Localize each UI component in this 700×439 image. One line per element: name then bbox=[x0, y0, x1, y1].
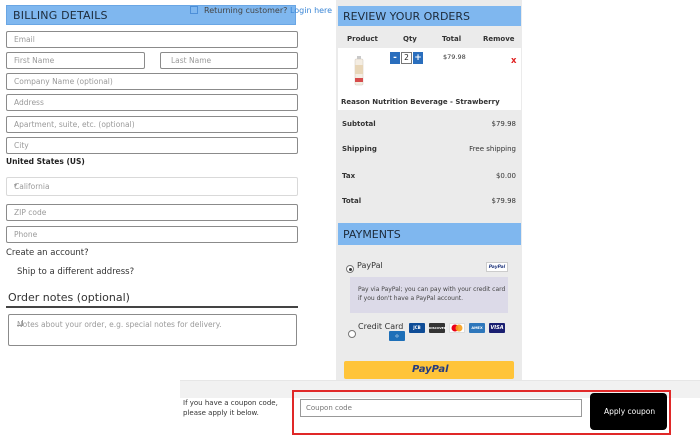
returning-customer-checkbox[interactable] bbox=[190, 6, 198, 14]
paypal-label[interactable]: PayPal bbox=[357, 261, 383, 270]
payments-header: PAYMENTS bbox=[338, 223, 521, 245]
last-name-field[interactable]: Last Name bbox=[160, 52, 298, 69]
shipping-label: Shipping bbox=[342, 145, 377, 153]
paypal-radio[interactable] bbox=[346, 265, 354, 273]
credit-card-radio[interactable] bbox=[348, 330, 356, 338]
company-placeholder: Company Name (optional) bbox=[14, 77, 113, 86]
order-table-header: Product Qty Total Remove bbox=[338, 31, 521, 48]
jcb-card-icon: JCB bbox=[409, 323, 425, 333]
discover-card-icon: DISCOVER bbox=[429, 323, 446, 333]
apply-coupon-label: Apply coupon bbox=[604, 407, 656, 416]
qty-decrease-button[interactable]: - bbox=[390, 52, 400, 64]
qty-input[interactable]: 2 bbox=[401, 52, 412, 64]
item-total: $79.98 bbox=[443, 53, 466, 61]
billing-details-title: BILLING DETAILS bbox=[13, 9, 108, 22]
order-notes-title: Order notes (optional) bbox=[8, 291, 130, 304]
resize-grip-icon[interactable] bbox=[17, 320, 23, 326]
first-name-field[interactable]: First Name bbox=[6, 52, 145, 69]
apartment-placeholder: Apartment, suite, etc. (optional) bbox=[14, 120, 135, 129]
col-qty: Qty bbox=[403, 35, 417, 43]
product-thumbnail bbox=[354, 56, 364, 86]
last-name-placeholder: Last Name bbox=[171, 56, 212, 65]
state-select[interactable]: California ▾ bbox=[6, 177, 298, 196]
order-notes-divider bbox=[6, 306, 298, 308]
country-value: United States (US) bbox=[6, 157, 85, 166]
apply-coupon-button[interactable]: Apply coupon bbox=[590, 393, 667, 430]
order-notes-placeholder: Notes about your order, e.g. special not… bbox=[17, 320, 222, 329]
coupon-code-placeholder: Coupon code bbox=[306, 404, 352, 412]
visa-card-icon: VISA bbox=[489, 323, 505, 333]
address-field[interactable]: Address bbox=[6, 94, 298, 111]
address-placeholder: Address bbox=[14, 98, 44, 107]
create-account-toggle[interactable]: Create an account? bbox=[6, 248, 89, 258]
coupon-code-input[interactable]: Coupon code bbox=[300, 399, 582, 417]
paypal-button-label: PayPal bbox=[412, 364, 449, 375]
amex-card-icon: AMEX bbox=[469, 323, 485, 333]
col-product: Product bbox=[347, 35, 378, 43]
company-field[interactable]: Company Name (optional) bbox=[6, 73, 298, 90]
subtotal-label: Subtotal bbox=[342, 120, 376, 128]
phone-field[interactable]: Phone bbox=[6, 226, 298, 243]
ship-different-toggle[interactable]: Ship to a different address? bbox=[17, 267, 134, 277]
paypal-logo-icon: PayPal bbox=[486, 262, 508, 272]
product-name: Reason Nutrition Beverage - Strawberry bbox=[341, 98, 500, 106]
paypal-description-text: Pay via PayPal; you can pay with your cr… bbox=[358, 286, 506, 302]
remove-item-button[interactable]: x bbox=[511, 56, 516, 66]
returning-customer-text: Returning customer? bbox=[204, 6, 288, 15]
chevron-down-icon: ▾ bbox=[14, 182, 18, 189]
city-placeholder: City bbox=[14, 141, 29, 150]
qty-increase-button[interactable]: + bbox=[413, 52, 423, 64]
credit-card-label[interactable]: Credit Card bbox=[358, 322, 403, 331]
mastercard-icon bbox=[449, 323, 465, 333]
shipping-value: Free shipping bbox=[469, 145, 516, 153]
first-name-placeholder: First Name bbox=[14, 56, 55, 65]
email-field[interactable]: Email bbox=[6, 31, 298, 48]
order-notes-textarea[interactable]: Notes about your order, e.g. special not… bbox=[8, 314, 297, 346]
zip-placeholder: ZIP code bbox=[14, 208, 47, 217]
apartment-field[interactable]: Apartment, suite, etc. (optional) bbox=[6, 116, 298, 133]
paypal-description: Pay via PayPal; you can pay with your cr… bbox=[350, 277, 508, 313]
diners-card-icon: ◎ bbox=[389, 331, 405, 341]
coupon-instructions: If you have a coupon code, please apply … bbox=[183, 399, 278, 417]
tax-value: $0.00 bbox=[495, 172, 516, 180]
email-placeholder: Email bbox=[14, 35, 35, 44]
col-total: Total bbox=[442, 35, 462, 43]
paypal-checkout-button[interactable]: PayPal bbox=[344, 361, 514, 379]
col-remove: Remove bbox=[483, 35, 515, 43]
total-label: Total bbox=[342, 197, 362, 205]
city-field[interactable]: City bbox=[6, 137, 298, 154]
zip-field[interactable]: ZIP code bbox=[6, 204, 298, 221]
login-link[interactable]: Login here bbox=[290, 6, 332, 15]
total-value: $79.98 bbox=[491, 197, 517, 205]
tax-label: Tax bbox=[342, 172, 356, 180]
subtotal-value: $79.98 bbox=[491, 120, 517, 128]
returning-customer: Returning customer? Login here bbox=[190, 6, 332, 15]
review-orders-title: REVIEW YOUR ORDERS bbox=[343, 10, 470, 23]
phone-placeholder: Phone bbox=[14, 230, 38, 239]
review-orders-header: REVIEW YOUR ORDERS bbox=[338, 6, 521, 26]
payments-title: PAYMENTS bbox=[343, 228, 401, 241]
